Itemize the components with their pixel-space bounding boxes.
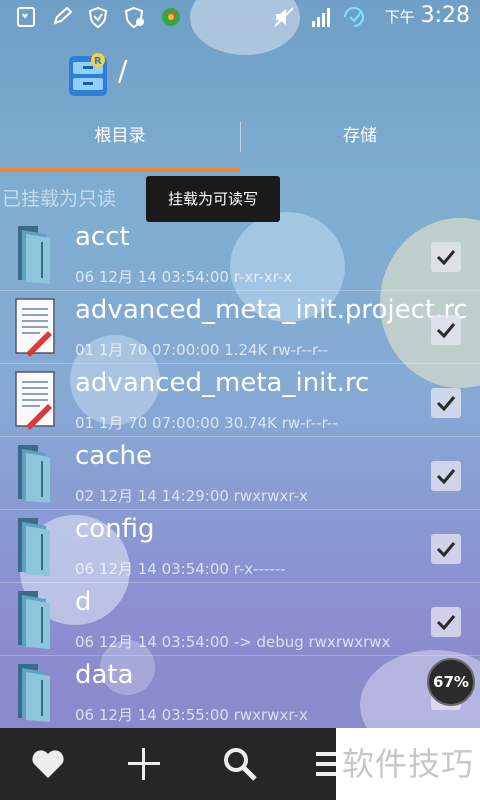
title-bar: R / — [0, 38, 480, 104]
file-name: config — [75, 514, 155, 544]
mount-status-row: 已挂载为只读 挂载为可读写 — [0, 176, 480, 222]
tab-selected-indicator — [0, 168, 240, 172]
folder-icon — [12, 443, 58, 503]
clock: 下午 3:28 — [385, 3, 470, 28]
battery-icon — [344, 7, 364, 27]
select-checkbox[interactable] — [431, 607, 461, 637]
file-name: advanced_meta_init.rc — [75, 368, 370, 398]
file-meta: 06 12月 14 03:54:00 -> debug rwxrwxrwx — [75, 633, 391, 651]
file-name: cache — [75, 441, 152, 471]
mute-icon — [274, 7, 294, 27]
file-row[interactable]: data 06 12月 14 03:55:00 rwxrwxr-x — [0, 656, 480, 729]
file-meta: 02 12月 14 14:29:00 rwxrwxr-x — [75, 487, 308, 505]
app-store-icon — [162, 8, 180, 26]
file-row[interactable]: config 06 12月 14 03:54:00 r-x------ — [0, 510, 480, 583]
tab-root-directory[interactable]: 根目录 — [0, 108, 240, 164]
zoom-badge[interactable]: 67% — [427, 658, 475, 706]
file-name: acct — [75, 222, 130, 252]
signal-icon — [312, 8, 330, 27]
folder-icon — [12, 516, 58, 576]
file-meta: 01 1月 70 07:00:00 30.74K rw-r--r-- — [75, 414, 338, 432]
select-checkbox[interactable] — [431, 534, 461, 564]
sim-card-icon — [17, 7, 35, 27]
tab-bar: 根目录 存储 — [0, 108, 480, 172]
svg-text:R: R — [94, 56, 102, 67]
text-file-icon — [12, 297, 58, 357]
edit-icon — [53, 6, 73, 25]
folder-icon — [12, 662, 58, 722]
shield-icon — [88, 6, 108, 28]
add-plus-icon[interactable] — [124, 744, 164, 784]
favorites-heart-icon[interactable] — [28, 744, 68, 784]
select-checkbox[interactable] — [431, 242, 461, 272]
folder-icon — [12, 224, 58, 284]
current-path: / — [118, 54, 128, 87]
mount-read-write-button[interactable]: 挂载为可读写 — [146, 176, 280, 222]
file-name: d — [75, 587, 92, 617]
file-row[interactable]: cache 02 12月 14 14:29:00 rwxrwxr-x — [0, 437, 480, 510]
shield-check-icon — [124, 6, 144, 28]
file-meta: 01 1月 70 07:00:00 1.24K rw-r--r-- — [75, 341, 329, 359]
mount-status-label: 已挂载为只读 — [2, 188, 117, 210]
clock-ampm: 下午 — [384, 8, 415, 26]
file-name: advanced_meta_init.project.rc — [75, 295, 468, 325]
select-checkbox[interactable] — [431, 315, 461, 345]
watermark: 软件技巧 — [336, 728, 480, 800]
file-row[interactable]: advanced_meta_init.project.rc 01 1月 70 07… — [0, 291, 480, 364]
select-checkbox[interactable] — [431, 388, 461, 418]
search-icon[interactable] — [220, 744, 260, 784]
file-row[interactable]: d 06 12月 14 03:54:00 -> debug rwxrwxrwx — [0, 583, 480, 656]
folder-icon — [12, 589, 58, 649]
text-file-icon — [12, 370, 58, 430]
status-bar: 下午 3:28 — [0, 0, 480, 34]
file-meta: 06 12月 14 03:54:00 r-x------ — [75, 560, 286, 578]
file-row[interactable]: advanced_meta_init.rc 01 1月 70 07:00:00 3… — [0, 364, 480, 437]
file-meta: 06 12月 14 03:55:00 rwxrwxr-x — [75, 706, 308, 724]
select-checkbox[interactable] — [431, 461, 461, 491]
clock-time: 3:28 — [420, 3, 470, 28]
file-name: data — [75, 660, 134, 690]
file-meta: 06 12月 14 03:54:00 r-xr-xr-x — [75, 268, 293, 286]
tab-storage[interactable]: 存储 — [240, 108, 480, 164]
file-row[interactable]: acct 06 12月 14 03:54:00 r-xr-xr-x — [0, 218, 480, 291]
root-explorer-icon[interactable]: R — [68, 52, 108, 98]
